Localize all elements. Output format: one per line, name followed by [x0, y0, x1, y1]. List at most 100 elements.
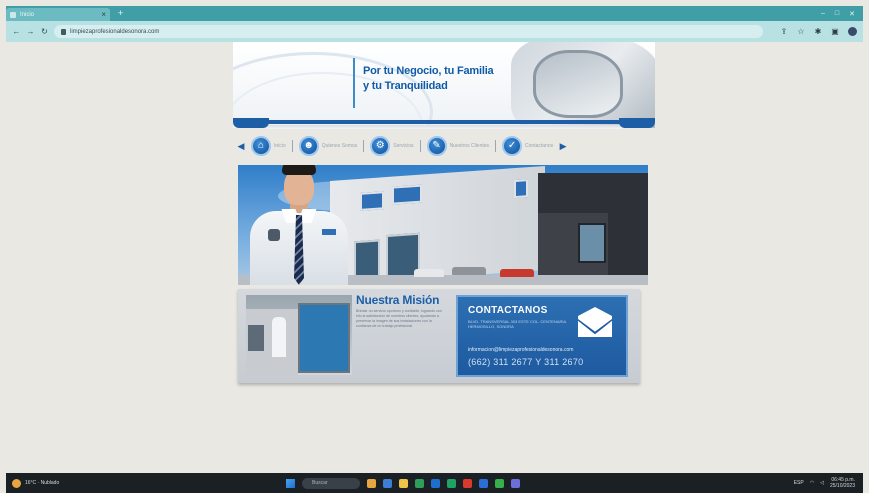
back-icon[interactable]: ←	[12, 27, 21, 36]
hero-divider	[353, 58, 355, 108]
extensions-icon[interactable]: ✱	[814, 27, 822, 36]
team-icon: ☻	[298, 136, 319, 156]
menu-next-arrow-icon[interactable]: ▶	[559, 141, 567, 152]
sidebar-icon[interactable]: ▣	[831, 27, 839, 36]
reload-icon[interactable]: ↻	[40, 27, 49, 36]
tab-title: Inicio	[20, 11, 35, 18]
browser-tab-bar: Inicio × + – □ ✕	[6, 6, 863, 21]
person-logo-patch	[322, 229, 336, 235]
mision-title: Nuestra Misión	[356, 293, 440, 307]
whatsapp-icon[interactable]	[495, 478, 504, 488]
wifi-icon[interactable]: ◠	[810, 480, 814, 486]
menu-separator	[495, 140, 497, 152]
building-window	[514, 179, 528, 199]
edge-icon[interactable]	[383, 478, 392, 488]
close-window-button[interactable]: ✕	[849, 10, 855, 18]
forward-icon[interactable]: →	[26, 27, 35, 36]
taskview-icon[interactable]	[367, 478, 376, 488]
taskbar-search[interactable]: Buscar	[302, 477, 360, 489]
taskbar: 16°C · Nublado Buscar ESP ◠ ◁ 06:45 p.m.…	[6, 473, 863, 493]
main-menu: ◀ ⌂ Inicio ☻ Quienes Somos ⚙ Servicios ✎…	[237, 135, 651, 157]
file-explorer-icon[interactable]	[399, 478, 408, 488]
excel-icon[interactable]	[447, 478, 456, 488]
language-indicator[interactable]: ESP	[794, 480, 804, 486]
hero-slogan-line2: y tu Tranquilidad	[363, 80, 448, 92]
menu-item-label: Contactanos	[525, 143, 554, 149]
menu-item-label: Quienes Somos	[321, 143, 358, 149]
powerpoint-icon[interactable]	[463, 478, 472, 488]
start-button[interactable]	[286, 478, 295, 488]
menu-item-clientes[interactable]: ✎ Nuestros Clientes	[426, 136, 490, 156]
check-icon: ✓	[502, 136, 523, 156]
contact-box[interactable]: CONTACTANOS BLVD. TRANSVERSAL 303 ESTE C…	[456, 295, 628, 377]
share-icon[interactable]: ⇪	[780, 27, 788, 36]
header-rail	[233, 116, 655, 130]
word-icon[interactable]	[479, 478, 488, 488]
menu-item-label: Servicios	[393, 143, 414, 149]
person-badge	[268, 229, 280, 241]
star-icon[interactable]: ☆	[797, 27, 805, 36]
menu-separator	[291, 140, 293, 152]
photo-door	[298, 303, 350, 373]
person-hair	[282, 165, 316, 175]
clock[interactable]: 06:45 p.m. 25/10/2023	[830, 477, 855, 489]
volume-icon[interactable]: ◁	[820, 480, 824, 486]
window-controls: – □ ✕	[821, 10, 863, 18]
address-bar[interactable]: limpiezaprofesionaldesonora.com	[54, 25, 763, 38]
close-tab-icon[interactable]: ×	[101, 10, 106, 19]
info-panel: Nuestra Misión Brindar un servicio oport…	[238, 289, 640, 383]
contact-title: CONTACTANOS	[468, 305, 548, 316]
store-icon[interactable]	[431, 478, 440, 488]
menu-item-servicios[interactable]: ⚙ Servicios	[370, 136, 414, 156]
facility-photo	[246, 295, 352, 375]
rail-shadow	[263, 125, 625, 129]
lock-icon	[61, 28, 66, 35]
profile-icon[interactable]	[848, 27, 857, 36]
menu-item-label: Inicio	[274, 143, 286, 149]
employee-photo	[246, 165, 350, 285]
rail-bar	[243, 120, 645, 124]
mision-body: Brindar un servicio oportuno y confiable…	[356, 309, 442, 328]
dark-building-window	[578, 223, 606, 263]
hero-slogan: Por tu Negocio, tu Familia y tu Tranquil…	[363, 64, 494, 94]
rail-tab-right	[619, 118, 655, 128]
contact-email-link[interactable]: informacion@limpiezaprofesionaldesonora.…	[468, 347, 573, 353]
weather-text: 16°C · Nublado	[25, 480, 60, 486]
contact-address: BLVD. TRANSVERSAL 303 ESTE COL. CENTENAR…	[468, 319, 566, 329]
menu-prev-arrow-icon[interactable]: ◀	[237, 141, 245, 152]
chrome-icon[interactable]	[415, 478, 424, 488]
toolbar-icons: ⇪ ☆ ✱ ▣	[768, 27, 857, 36]
minimize-button[interactable]: –	[821, 10, 825, 18]
menu-separator	[363, 140, 365, 152]
menu-item-inicio[interactable]: ⌂ Inicio	[251, 136, 286, 156]
contact-phone: (662) 311 2677 Y 311 2670	[468, 357, 584, 367]
browser-tab[interactable]: Inicio ×	[6, 8, 110, 21]
menu-item-quienes-somos[interactable]: ☻ Quienes Somos	[298, 136, 358, 156]
hero-slogan-line1: Por tu Negocio, tu Familia	[363, 65, 494, 77]
mision-section: Nuestra Misión Brindar un servicio oport…	[356, 293, 448, 329]
menu-separator	[419, 140, 421, 152]
car	[414, 269, 444, 277]
clock-date: 25/10/2023	[829, 483, 855, 489]
new-tab-button[interactable]: +	[116, 9, 125, 18]
menu-item-label: Nuestros Clientes	[449, 143, 490, 149]
weather-widget[interactable]: 16°C · Nublado	[12, 478, 60, 488]
car	[452, 267, 486, 275]
hero-product-detail	[533, 50, 623, 118]
home-icon: ⌂	[251, 136, 271, 156]
rail-tab-left	[233, 118, 269, 128]
maximize-button[interactable]: □	[835, 10, 839, 18]
photo-person	[272, 317, 286, 357]
menu-item-contactanos[interactable]: ✓ Contactanos	[502, 136, 553, 156]
hero-banner-image	[238, 165, 648, 285]
photo-vehicle	[248, 325, 264, 351]
website: Por tu Negocio, tu Familia y tu Tranquil…	[233, 42, 655, 392]
services-icon: ⚙	[370, 136, 391, 156]
building-window	[360, 191, 384, 211]
clients-icon: ✎	[426, 136, 447, 156]
teams-icon[interactable]	[511, 478, 520, 488]
url-text[interactable]: limpiezaprofesionaldesonora.com	[70, 29, 159, 35]
browser-toolbar: ← → ↻ limpiezaprofesionaldesonora.com ⇪ …	[6, 21, 863, 42]
system-tray: ESP ◠ ◁ 06:45 p.m. 25/10/2023	[794, 477, 855, 489]
building	[330, 165, 545, 285]
